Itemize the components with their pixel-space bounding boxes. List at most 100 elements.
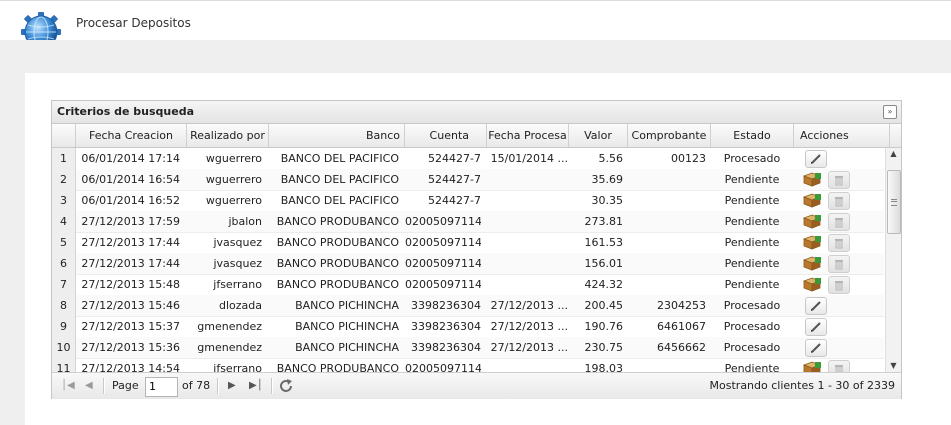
panel-header: Criterios de busqueda »: [52, 101, 901, 124]
page-header: Procesar Depositos: [0, 0, 951, 52]
edit-button[interactable]: [805, 318, 827, 336]
grip-icon: [891, 199, 897, 206]
cell-cuenta: 02005097114: [405, 257, 481, 270]
cell-valor: 35.69: [591, 173, 624, 186]
cell-estado: Pendiente: [724, 173, 780, 186]
delete-button[interactable]: [828, 234, 850, 252]
page-number-input[interactable]: [145, 377, 178, 397]
cell-comprobante: [628, 253, 706, 274]
delete-button[interactable]: [828, 171, 850, 189]
cell-estado: Pendiente: [724, 194, 780, 207]
trash-icon: [835, 239, 843, 249]
column-header-estado[interactable]: Estado: [711, 124, 794, 147]
cell-fecha-procesa: 27/12/2013 ...: [490, 299, 568, 312]
process-button[interactable]: [802, 171, 822, 187]
cell-fecha-procesa: [487, 169, 568, 190]
edit-button[interactable]: [805, 150, 827, 168]
table-row[interactable]: 3 06/01/2014 16:52 wguerrero BANCO DEL PACI…: [52, 190, 884, 212]
refresh-icon[interactable]: [278, 378, 294, 394]
cell-realizado-por: jbalon: [228, 215, 262, 228]
cell-acciones: [794, 337, 883, 358]
cell-banco: BANCO DEL PACIFICO: [280, 173, 399, 186]
box-icon: [802, 193, 822, 208]
cell-comprobante: 6456662: [657, 341, 706, 354]
cell-fecha-creacion: 27/12/2013 17:44: [81, 236, 180, 249]
grid-column-header: Fecha Creacion Realizado por Banco Cuent…: [52, 124, 901, 148]
table-row[interactable]: 9 27/12/2013 15:37 gmenendez BANCO PICHINCH…: [52, 316, 884, 338]
cell-comprobante: [628, 358, 706, 372]
page-title: Procesar Depositos: [76, 16, 191, 30]
cell-realizado-por: jvasquez: [213, 257, 262, 270]
previous-page-icon[interactable]: ◀: [85, 380, 93, 392]
last-page-icon[interactable]: ▶│: [249, 380, 263, 392]
process-button[interactable]: [802, 276, 822, 292]
table-row[interactable]: 2 06/01/2014 16:54 wguerrero BANCO DEL PACI…: [52, 169, 884, 191]
cell-cuenta: 524427-7: [428, 194, 481, 207]
process-button[interactable]: [802, 360, 822, 372]
trash-icon: [835, 260, 843, 270]
cell-acciones: [794, 358, 883, 372]
column-header-realizado-por[interactable]: Realizado por: [187, 124, 269, 147]
next-page-icon[interactable]: ▶: [228, 380, 236, 392]
cell-fecha-creacion: 27/12/2013 17:44: [81, 257, 180, 270]
delete-button[interactable]: [828, 276, 850, 294]
cell-fecha-creacion: 27/12/2013 15:37: [81, 320, 180, 333]
process-button[interactable]: [802, 192, 822, 208]
row-number: 2: [52, 169, 76, 190]
edit-button[interactable]: [805, 297, 827, 315]
cell-valor: 161.53: [584, 236, 624, 249]
box-icon: [802, 235, 822, 250]
trash-icon: [835, 365, 843, 372]
table-row[interactable]: 4 27/12/2013 17:59 jbalon BANCO PRODUBANCO 0…: [52, 211, 884, 233]
process-button[interactable]: [802, 213, 822, 229]
column-header-acciones[interactable]: Acciones: [794, 124, 890, 147]
cell-acciones: [794, 295, 883, 316]
cell-valor: 30.35: [591, 194, 624, 207]
delete-button[interactable]: [828, 192, 850, 210]
first-page-icon[interactable]: │◀: [61, 380, 75, 392]
table-row[interactable]: 1 06/01/2014 17:14 wguerrero BANCO DEL PACI…: [52, 148, 884, 170]
cell-fecha-creacion: 06/01/2014 16:52: [81, 194, 180, 207]
panel-title: Criterios de busqueda: [57, 105, 194, 118]
cell-acciones: [794, 274, 883, 295]
column-header-banco[interactable]: Banco: [269, 124, 405, 147]
table-row[interactable]: 7 27/12/2013 15:48 jfserrano BANCO PRODUBAN…: [52, 274, 884, 296]
box-icon: [802, 172, 822, 187]
table-row[interactable]: 11 27/12/2013 14:54 jfserrano BANCO PRODUBA…: [52, 358, 884, 372]
row-number: 1: [52, 148, 76, 169]
edit-button[interactable]: [805, 339, 827, 357]
cell-realizado-por: jvasquez: [213, 236, 262, 249]
row-number: 7: [52, 274, 76, 295]
cell-fecha-procesa: [487, 211, 568, 232]
cell-cuenta: 3398236304: [411, 299, 481, 312]
scrollbar-thumb[interactable]: [887, 170, 901, 234]
table-row[interactable]: 8 27/12/2013 15:46 dlozada BANCO PICHINCHA 3…: [52, 295, 884, 317]
delete-button[interactable]: [828, 213, 850, 231]
cell-valor: 156.01: [584, 257, 624, 270]
pencil-icon: [811, 322, 821, 332]
column-header-fecha-procesa[interactable]: Fecha Procesa: [487, 124, 569, 147]
column-header-comprobante[interactable]: Comprobante: [628, 124, 711, 147]
process-button[interactable]: [802, 255, 822, 271]
table-row[interactable]: 5 27/12/2013 17:44 jvasquez BANCO PRODUBANC…: [52, 232, 884, 254]
row-number: 9: [52, 316, 76, 337]
cell-fecha-procesa: 27/12/2013 ...: [490, 320, 568, 333]
delete-button[interactable]: [828, 255, 850, 273]
scroll-up-icon[interactable]: ▲: [886, 148, 901, 160]
cell-fecha-creacion: 27/12/2013 15:36: [81, 341, 180, 354]
cell-comprobante: [628, 190, 706, 211]
table-row[interactable]: 6 27/12/2013 17:44 jvasquez BANCO PRODUBANC…: [52, 253, 884, 275]
separator: [271, 378, 273, 394]
delete-button[interactable]: [828, 360, 850, 372]
column-header-valor[interactable]: Valor: [569, 124, 628, 147]
collapse-icon[interactable]: »: [883, 105, 897, 119]
cell-banco: BANCO PRODUBANCO: [276, 278, 399, 291]
pencil-icon: [811, 343, 821, 353]
table-row[interactable]: 10 27/12/2013 15:36 gmenendez BANCO PICHINC…: [52, 337, 884, 359]
vertical-scrollbar[interactable]: ▲ ▼: [885, 148, 901, 372]
scroll-down-icon[interactable]: ▼: [886, 360, 901, 372]
cell-estado: Pendiente: [724, 236, 780, 249]
process-button[interactable]: [802, 234, 822, 250]
column-header-fecha-creacion[interactable]: Fecha Creacion: [76, 124, 187, 147]
column-header-cuenta[interactable]: Cuenta: [405, 124, 487, 147]
